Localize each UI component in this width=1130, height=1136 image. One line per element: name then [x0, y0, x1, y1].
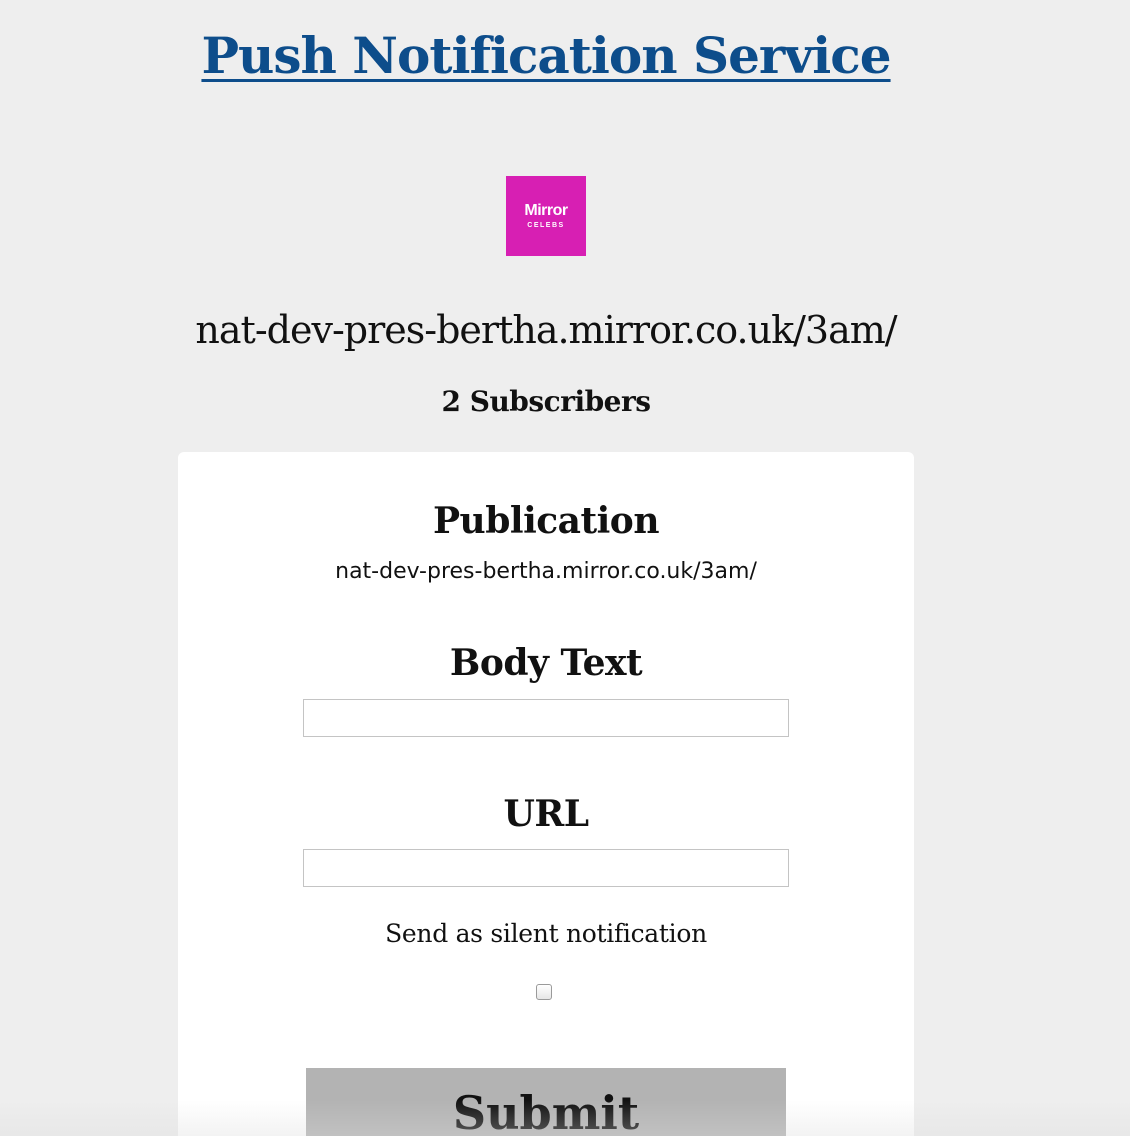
- publication-heading: nat-dev-pres-bertha.mirror.co.uk/3am/: [195, 308, 897, 352]
- publication-value: nat-dev-pres-bertha.mirror.co.uk/3am/: [335, 559, 757, 584]
- url-input[interactable]: [303, 849, 789, 887]
- page: Push Notification Service Mirror CELEBS …: [0, 0, 1130, 1136]
- url-label: URL: [503, 793, 589, 835]
- subscriber-count: 2 Subscribers: [441, 385, 652, 418]
- body-text-label: Body Text: [449, 642, 643, 684]
- submit-button[interactable]: Submit: [306, 1068, 786, 1136]
- logo-brand-text: Mirror: [524, 201, 568, 219]
- silent-notification-label: Send as silent notification: [385, 919, 707, 948]
- logo-sub-text: CELEBS: [527, 221, 565, 229]
- notification-form-card: Publication nat-dev-pres-bertha.mirror.c…: [178, 452, 914, 1136]
- publication-label: Publication: [432, 500, 660, 542]
- publication-logo: Mirror CELEBS: [506, 176, 586, 256]
- notification-form: Publication nat-dev-pres-bertha.mirror.c…: [178, 452, 914, 1136]
- silent-notification-checkbox[interactable]: [536, 984, 552, 1000]
- page-header: Push Notification Service: [0, 26, 1092, 85]
- page-title-link[interactable]: Push Notification Service: [201, 26, 891, 85]
- body-text-input[interactable]: [303, 699, 789, 737]
